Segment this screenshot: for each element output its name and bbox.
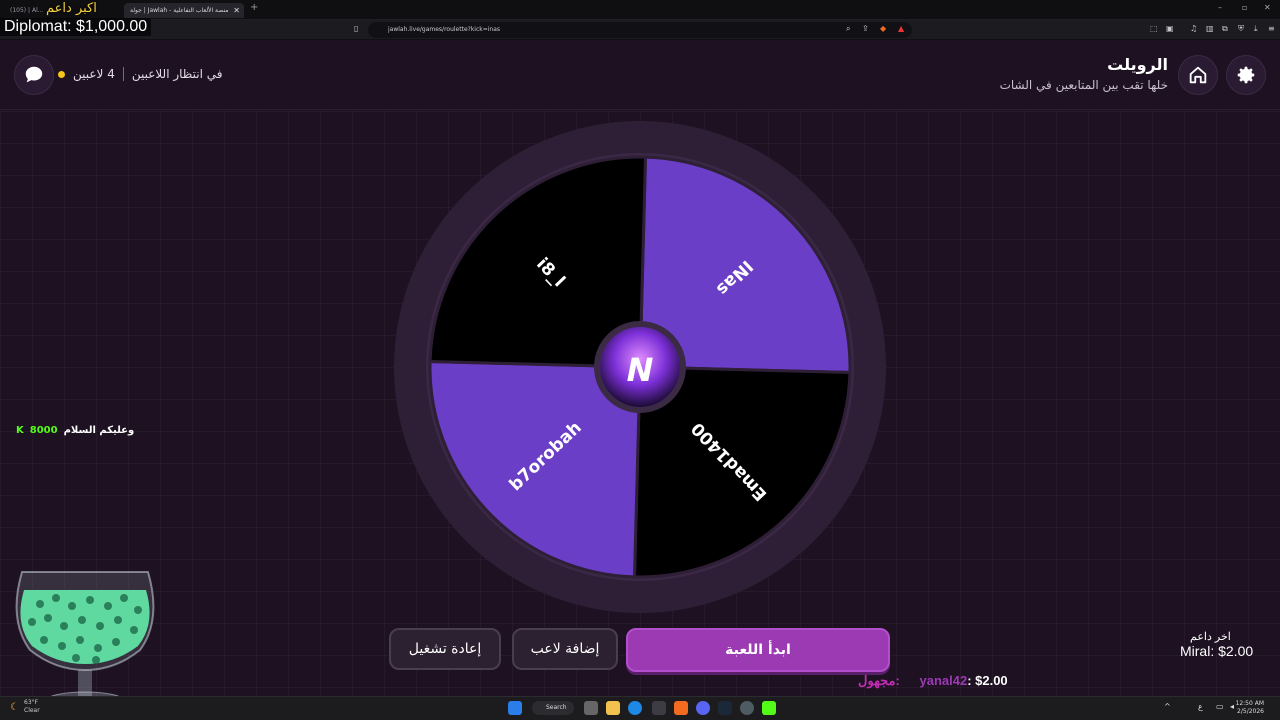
close-icon[interactable]: ✕ (233, 3, 240, 18)
home-button[interactable] (1178, 55, 1218, 95)
tab-label: (105) | Al... (10, 7, 44, 14)
clock-time: 12:50 AM (1235, 700, 1264, 707)
bookmark-icon[interactable]: ▯ (354, 24, 358, 33)
gear-icon (1237, 66, 1255, 84)
browser-tab-jawlah[interactable]: جولة | Jawlah - منصة الألعاب التفاعلية ✕ (124, 3, 244, 18)
app-icon[interactable] (652, 701, 666, 715)
waiting-status: في انتظار اللاعبين (131, 67, 223, 81)
clock-date: 2/5/2026 (1237, 708, 1264, 715)
chat-bubble-icon (25, 66, 43, 83)
weather-widget[interactable]: 63°F Clear (24, 699, 40, 715)
url-text: jawlah.live/games/roulette?kick=inas (388, 26, 501, 33)
last-donor-value: Miral: $2.00 (1180, 643, 1254, 659)
brave-shield-icon[interactable]: ◆ (880, 24, 886, 33)
page-title: الرويلت (1107, 55, 1168, 74)
obs-icon[interactable] (740, 701, 754, 715)
zoom-icon[interactable]: ⌕ (846, 24, 850, 34)
app-header: الرويلت خلها تقب بين المتابعين في الشات … (0, 40, 1280, 110)
start-game-button[interactable]: ابدأ اللعبة (626, 628, 890, 672)
extensions-icon[interactable]: ⧉ (1222, 24, 1228, 34)
ticker-label: مجهول: (858, 673, 900, 688)
wheel-graphic: INasEmad1400b7orobahi8_l N (394, 121, 886, 613)
search-label: Search (546, 704, 567, 711)
last-donor-label: اخر داعم (1190, 631, 1231, 643)
home-icon (1189, 66, 1207, 84)
status-dot-icon (58, 70, 65, 78)
music-icon[interactable]: ♫ (1190, 24, 1197, 33)
windows-start-icon[interactable] (508, 701, 522, 715)
top-donor-label: اكبر داعم (46, 1, 97, 16)
divider (122, 67, 124, 81)
share-icon[interactable]: ⇪ (862, 24, 869, 33)
player-status: في انتظار اللاعبين 4 لاعبين (58, 67, 223, 81)
browser-toolbar: ▯ jawlah.live/games/roulette?kick=inas ⌕… (0, 20, 1280, 40)
chat-text: وعليكم السلام (63, 425, 135, 436)
minimize-icon[interactable]: – (1218, 3, 1222, 12)
discord-icon[interactable] (696, 701, 710, 715)
hub-logo-letter: N (627, 351, 654, 389)
wallet-icon[interactable]: ▣ (1166, 24, 1174, 33)
settings-button[interactable] (1226, 55, 1266, 95)
os-taskbar: ☾ 63°F Clear Search ^ ع ▭ ◂ 12:50 AM 2/5… (0, 696, 1280, 720)
browser-tab-bar: (105) | Al... جولة | Jawlah - منصة الألع… (0, 0, 1280, 20)
network-icon[interactable]: ▭ (1216, 702, 1224, 711)
weather-temp: 63°F (24, 699, 39, 706)
edge-icon[interactable] (628, 701, 642, 715)
maximize-icon[interactable]: ▫ (1242, 3, 1247, 12)
kick-icon: K (16, 425, 24, 436)
volume-icon[interactable]: ◂ (1230, 702, 1234, 711)
moon-icon: ☾ (10, 702, 19, 713)
ticker-user: yanal42 (919, 673, 968, 688)
chat-message: K 8000 وعليكم السلام (16, 425, 134, 436)
shield-icon[interactable]: ⛨ (1238, 24, 1244, 34)
add-player-button[interactable]: إضافة لاعب (512, 628, 618, 670)
chat-button[interactable] (14, 55, 54, 95)
sidebar-icon[interactable]: ▥ (1206, 24, 1214, 33)
language-indicator[interactable]: ع (1198, 702, 1203, 711)
chat-amount: 8000 (29, 425, 58, 436)
players-count: 4 لاعبين (73, 67, 115, 81)
taskbar-search[interactable]: Search (532, 701, 574, 715)
roulette-wheel[interactable]: INas Emad1400 b7orobah i8_l N (392, 119, 888, 615)
tray-chevron-icon[interactable]: ^ (1164, 702, 1171, 711)
window-close-icon[interactable]: ✕ (1264, 3, 1271, 12)
steam-icon[interactable] (718, 701, 732, 715)
tab-label: جولة | Jawlah - منصة الألعاب التفاعلية (130, 7, 229, 14)
donation-ticker: مجهول: yanal42: $2.00 (858, 673, 1008, 689)
kick-app-icon[interactable] (762, 701, 776, 715)
page-subtitle: خلها تقب بين المتابعين في الشات (999, 78, 1168, 92)
restart-button[interactable]: إعادة تشغيل (389, 628, 501, 670)
rewards-icon[interactable]: ▲ (898, 24, 904, 33)
extension-icon[interactable]: ⬚ (1150, 24, 1158, 33)
download-icon[interactable]: ⤓ (1254, 24, 1258, 34)
top-donor: Diplomat: $1,000.00 (0, 18, 152, 36)
file-explorer-icon[interactable] (606, 701, 620, 715)
taskbar-clock[interactable]: 12:50 AM 2/5/2026 (1236, 700, 1264, 716)
menu-icon[interactable]: ≡ (1268, 24, 1275, 33)
new-tab-icon[interactable]: + (250, 2, 258, 13)
brave-icon[interactable] (674, 701, 688, 715)
address-bar[interactable]: jawlah.live/games/roulette?kick=inas (368, 22, 912, 38)
task-view-icon[interactable] (584, 701, 598, 715)
weather-text: Clear (24, 707, 40, 714)
ticker-amount: : $2.00 (967, 673, 1008, 688)
last-donor: اخر داعم Miral: $2.00 (1180, 630, 1253, 659)
